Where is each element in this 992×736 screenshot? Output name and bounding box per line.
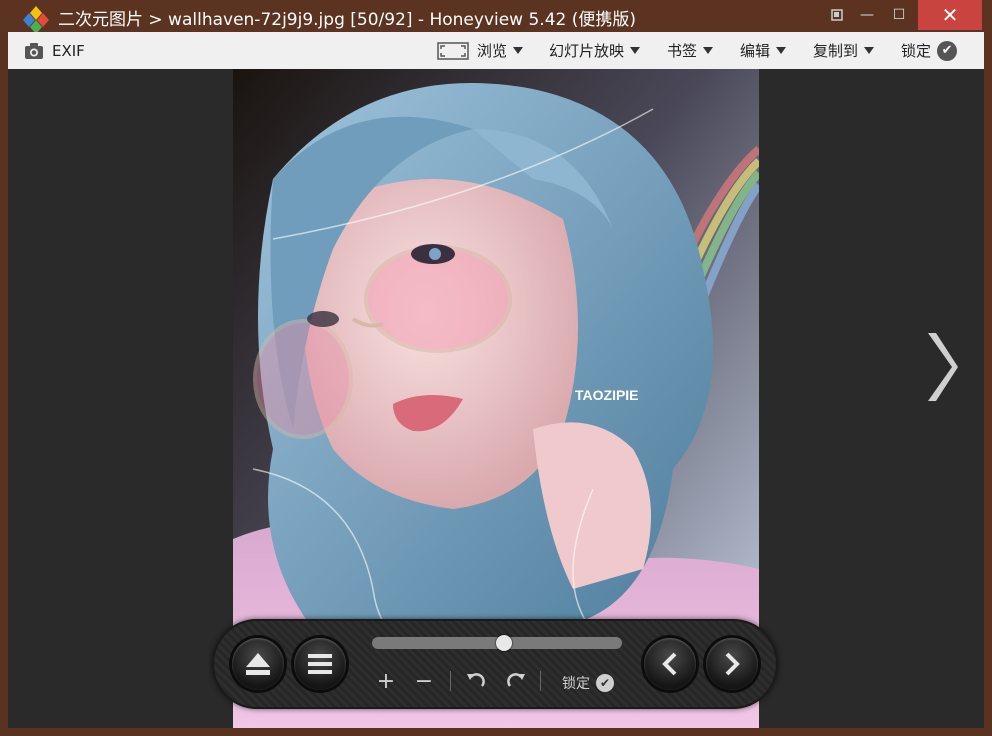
chevron-down-icon bbox=[864, 47, 875, 54]
window-title: 二次元图片 > wallhaven-72j9j9.jpg [50/92] - H… bbox=[58, 10, 637, 30]
bookmark-label: 书签 bbox=[667, 42, 698, 60]
slideshow-label: 幻灯片放映 bbox=[549, 42, 625, 60]
next-button[interactable] bbox=[706, 638, 758, 690]
close-button[interactable]: ✕ bbox=[918, 0, 982, 30]
rotate-right-button[interactable] bbox=[504, 667, 528, 695]
lock-label: 锁定 bbox=[901, 42, 932, 60]
lock-toggle[interactable]: 锁定 ✔ bbox=[562, 673, 614, 693]
toolbar: EXIF 浏览 幻灯片放映 书签 编辑 复制到 锁定 ✔ bbox=[8, 32, 984, 70]
playback-control-bar: + − 锁定 ✔ bbox=[212, 619, 778, 709]
chevron-down-icon bbox=[776, 47, 787, 54]
slideshow-menu[interactable]: 幻灯片放映 bbox=[549, 32, 641, 69]
slider-thumb[interactable] bbox=[496, 635, 512, 651]
bookmark-menu[interactable]: 书签 bbox=[667, 32, 714, 69]
eject-button[interactable] bbox=[232, 638, 284, 690]
previous-button[interactable] bbox=[644, 638, 696, 690]
lock-toggle[interactable]: 锁定 ✔ bbox=[901, 32, 958, 69]
eject-icon bbox=[246, 653, 270, 675]
app-window: 二次元图片 > wallhaven-72j9j9.jpg [50/92] - H… bbox=[0, 0, 992, 736]
minimize-button[interactable]: — bbox=[852, 0, 882, 30]
browse-menu[interactable]: 浏览 bbox=[437, 32, 524, 69]
divider bbox=[540, 671, 541, 691]
rotate-right-icon bbox=[507, 673, 525, 687]
rotate-left-icon bbox=[467, 673, 485, 687]
divider bbox=[450, 671, 451, 691]
honeyview-logo-icon bbox=[23, 6, 49, 32]
title-bar[interactable]: 二次元图片 > wallhaven-72j9j9.jpg [50/92] - H… bbox=[0, 0, 992, 32]
pin-icon[interactable] bbox=[822, 0, 852, 30]
edit-menu[interactable]: 编辑 bbox=[740, 32, 787, 69]
edit-label: 编辑 bbox=[740, 42, 771, 60]
lock-label: 锁定 bbox=[562, 676, 590, 692]
chevron-down-icon bbox=[630, 47, 641, 54]
rotate-left-button[interactable] bbox=[464, 667, 488, 695]
browse-label: 浏览 bbox=[477, 42, 508, 60]
restore-button[interactable]: ☐ bbox=[884, 0, 914, 30]
zoom-out-button[interactable]: − bbox=[412, 667, 436, 695]
chevron-left-icon bbox=[662, 652, 677, 676]
check-icon: ✔ bbox=[937, 40, 958, 61]
exif-button[interactable]: EXIF bbox=[24, 32, 85, 69]
copyto-menu[interactable]: 复制到 bbox=[813, 32, 875, 69]
watermark-text: TAOZIPIE bbox=[575, 387, 639, 403]
copyto-label: 复制到 bbox=[813, 42, 859, 60]
check-icon: ✔ bbox=[596, 674, 614, 692]
next-image-arrow-icon[interactable] bbox=[920, 327, 960, 407]
menu-button[interactable] bbox=[294, 638, 346, 690]
chevron-right-icon bbox=[725, 652, 740, 676]
exif-label: EXIF bbox=[52, 41, 85, 60]
zoom-in-button[interactable]: + bbox=[374, 667, 398, 695]
camera-icon bbox=[25, 42, 43, 59]
chevron-down-icon bbox=[703, 47, 714, 54]
fullscreen-icon bbox=[437, 41, 469, 60]
hamburger-icon bbox=[308, 654, 332, 674]
chevron-down-icon bbox=[513, 47, 524, 54]
navigation-slider[interactable] bbox=[372, 635, 622, 651]
